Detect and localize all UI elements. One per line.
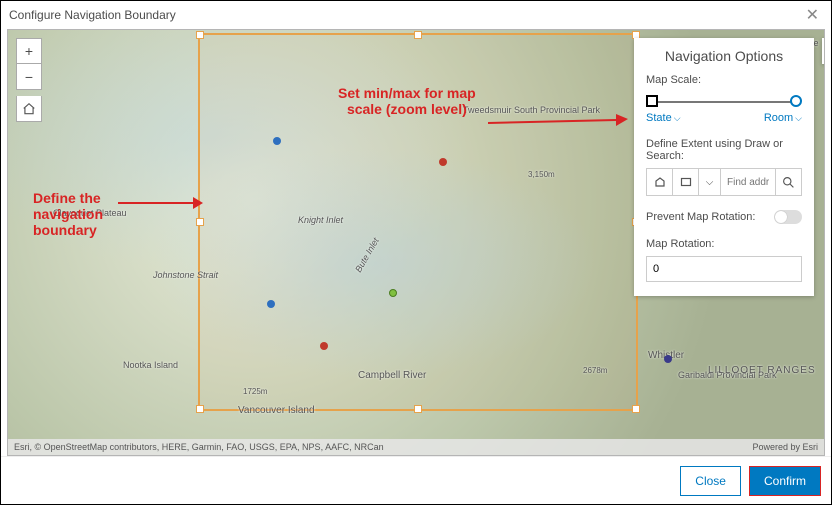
map-zoom-controls: + − (16, 38, 42, 122)
map-rotation-input[interactable] (646, 256, 802, 282)
home-extent-button[interactable] (16, 96, 42, 122)
map-scale-slider[interactable] (646, 92, 802, 110)
close-button[interactable]: Close (680, 466, 741, 496)
navigation-boundary-extent[interactable] (198, 33, 638, 411)
map-point-purple (664, 355, 672, 363)
zoom-out-button[interactable]: − (16, 64, 42, 90)
search-icon (782, 176, 795, 189)
resize-handle-w[interactable] (196, 218, 204, 226)
confirm-button[interactable]: Confirm (749, 466, 821, 496)
collapse-panel-button[interactable]: » (822, 38, 825, 64)
polygon-icon (654, 176, 666, 188)
slider-labels: State⌵ Room⌵ (646, 112, 802, 124)
close-icon[interactable]: ✕ (802, 5, 823, 25)
map-point-red-2 (320, 342, 328, 350)
modal-footer: Close Confirm (1, 456, 831, 504)
map-point-red (439, 158, 447, 166)
define-extent-label: Define Extent using Draw or Search: (646, 138, 802, 162)
map-rotation-label: Map Rotation: (646, 238, 802, 250)
map-canvas[interactable]: + − Campbell River Whistler Vancouver Is… (7, 29, 825, 456)
annotation-boundary-text: Define the navigation boundary (33, 190, 103, 238)
resize-handle-s[interactable] (414, 405, 422, 413)
resize-handle-nw[interactable] (196, 31, 204, 39)
map-point-blue-2 (267, 300, 275, 308)
slider-handle-min[interactable] (646, 95, 658, 107)
map-label-garibaldi: Garibaldi Provincial Park (678, 370, 777, 380)
extent-toolbar: ⌵ (646, 168, 802, 196)
attribution-right: Powered by Esri (752, 442, 818, 452)
search-button[interactable] (775, 169, 801, 195)
rectangle-icon (680, 176, 692, 188)
map-point-green (389, 289, 397, 297)
map-point-blue (273, 137, 281, 145)
attribution-left: Esri, © OpenStreetMap contributors, HERE… (14, 442, 384, 452)
draw-polygon-button[interactable] (647, 169, 673, 195)
zoom-in-button[interactable]: + (16, 38, 42, 64)
map-label-nootka: Nootka Island (123, 360, 178, 370)
chevron-down-icon: ⌵ (674, 113, 681, 124)
configure-navigation-boundary-modal: Configure Navigation Boundary ✕ + − Camp… (0, 0, 832, 505)
navigation-options-title: Navigation Options (646, 48, 802, 64)
home-icon (22, 102, 36, 116)
slider-handle-max[interactable] (790, 95, 802, 107)
modal-title: Configure Navigation Boundary (9, 8, 176, 22)
prevent-rotation-toggle[interactable] (774, 210, 802, 224)
resize-handle-se[interactable] (632, 405, 640, 413)
chevron-down-icon: ⌵ (706, 177, 714, 188)
navigation-options-panel: Navigation Options Map Scale: State⌵ Roo… (634, 38, 814, 296)
slider-track (650, 101, 798, 103)
resize-handle-sw[interactable] (196, 405, 204, 413)
draw-rectangle-button[interactable] (673, 169, 699, 195)
annotation-boundary-arrow (118, 193, 203, 213)
draw-dropdown-button[interactable]: ⌵ (699, 169, 721, 195)
search-input[interactable] (721, 169, 775, 195)
scale-max-dropdown[interactable]: Room⌵ (764, 112, 802, 124)
resize-handle-n[interactable] (414, 31, 422, 39)
chevron-down-icon: ⌵ (795, 113, 802, 124)
map-scale-label: Map Scale: (646, 74, 802, 86)
prevent-rotation-label: Prevent Map Rotation: (646, 211, 755, 223)
map-label-lillooet: LILLOOET RANGES (708, 365, 816, 376)
scale-min-dropdown[interactable]: State⌵ (646, 112, 681, 124)
titlebar: Configure Navigation Boundary ✕ (1, 1, 831, 29)
map-label-clayoquot: Clayoquot Plateau (53, 208, 127, 218)
map-attribution: Esri, © OpenStreetMap contributors, HERE… (8, 439, 824, 455)
